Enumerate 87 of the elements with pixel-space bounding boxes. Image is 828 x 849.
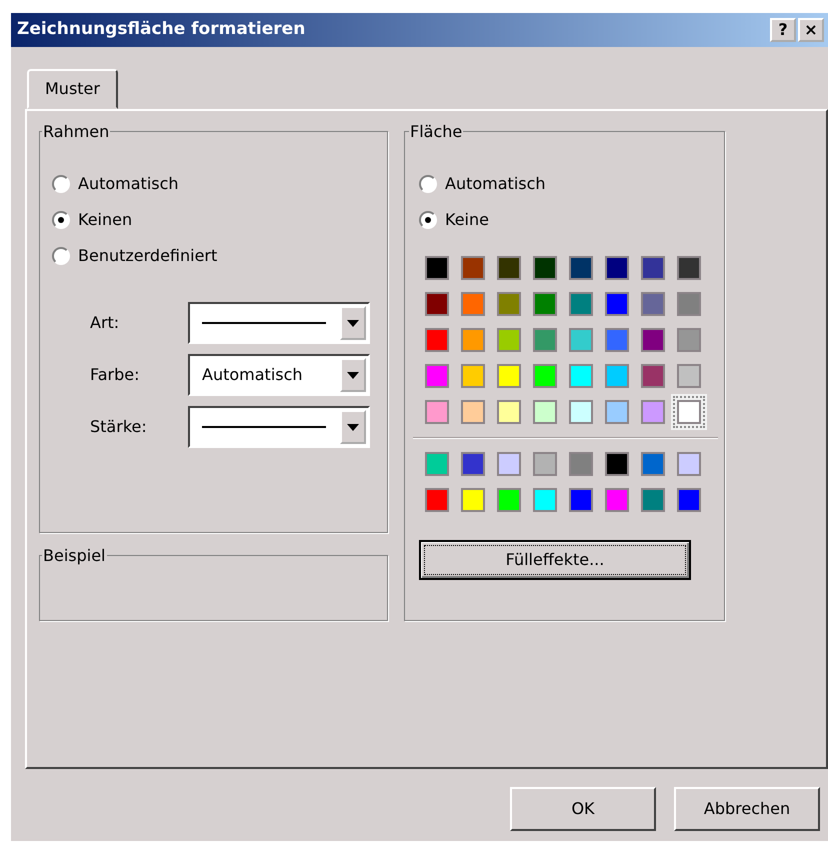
color-swatch[interactable]	[641, 256, 665, 280]
radio-button[interactable]	[52, 211, 70, 229]
color-swatch[interactable]	[425, 292, 449, 316]
radio-button[interactable]	[419, 175, 437, 193]
color-swatch[interactable]	[677, 364, 701, 388]
color-swatch[interactable]	[569, 328, 593, 352]
field-label: Farbe:	[90, 364, 141, 386]
dropdown-arrow-icon	[347, 320, 359, 326]
dropdown-button[interactable]	[340, 306, 366, 340]
color-swatch[interactable]	[533, 256, 557, 280]
color-swatch[interactable]	[641, 488, 665, 512]
dropdown[interactable]: Automatisch	[188, 354, 370, 396]
dropdown-button[interactable]	[340, 358, 366, 392]
tab[interactable]: Muster	[27, 69, 118, 109]
color-swatch[interactable]	[641, 400, 665, 424]
color-swatch[interactable]	[461, 452, 485, 476]
dropdown-arrow-icon	[347, 372, 359, 378]
color-swatch[interactable]	[497, 256, 521, 280]
help-button[interactable]: ?	[770, 18, 796, 42]
color-swatch[interactable]	[533, 328, 557, 352]
color-swatch[interactable]	[605, 256, 629, 280]
color-swatch[interactable]	[461, 256, 485, 280]
color-swatch[interactable]	[605, 452, 629, 476]
color-swatch[interactable]	[677, 328, 701, 352]
color-swatch[interactable]	[533, 292, 557, 316]
cancel-button[interactable]: Abbrechen	[674, 787, 820, 831]
color-swatch-frame[interactable]	[671, 394, 707, 430]
fill-effects-button[interactable]: Fülleffekte...	[419, 540, 691, 580]
color-swatch[interactable]	[641, 364, 665, 388]
radio-button[interactable]	[52, 175, 70, 193]
color-swatch[interactable]	[641, 452, 665, 476]
color-swatch[interactable]	[497, 328, 521, 352]
color-swatch[interactable]	[605, 488, 629, 512]
color-swatch[interactable]	[425, 452, 449, 476]
color-swatch[interactable]	[461, 488, 485, 512]
color-swatch[interactable]	[533, 400, 557, 424]
color-swatch[interactable]	[677, 292, 701, 316]
color-swatch[interactable]	[425, 256, 449, 280]
color-swatch[interactable]	[569, 488, 593, 512]
color-swatch[interactable]	[677, 452, 701, 476]
radio-button[interactable]	[52, 247, 70, 265]
color-swatch[interactable]	[425, 328, 449, 352]
color-swatch[interactable]	[605, 400, 629, 424]
field-label: Art:	[90, 312, 120, 334]
color-swatch[interactable]	[533, 364, 557, 388]
color-swatch[interactable]	[677, 256, 701, 280]
dropdown-arrow-icon	[347, 424, 359, 430]
field-label: Stärke:	[90, 416, 148, 438]
color-swatch[interactable]	[605, 364, 629, 388]
dropdown-value: Automatisch	[202, 364, 303, 386]
color-swatch[interactable]	[533, 452, 557, 476]
radio-label[interactable]: Benutzerdefiniert	[78, 244, 218, 268]
color-swatch[interactable]	[605, 292, 629, 316]
color-swatch[interactable]	[425, 400, 449, 424]
window-title: Zeichnungsfläche formatieren	[17, 18, 306, 42]
radio-label[interactable]: Keinen	[78, 208, 132, 232]
color-swatch[interactable]	[497, 364, 521, 388]
close-button[interactable]: ×	[798, 18, 824, 42]
color-swatch[interactable]	[461, 328, 485, 352]
color-swatch[interactable]	[605, 328, 629, 352]
color-swatch[interactable]	[569, 256, 593, 280]
color-swatch[interactable]	[677, 488, 701, 512]
color-swatch[interactable]	[569, 400, 593, 424]
color-swatch[interactable]	[569, 364, 593, 388]
color-swatch[interactable]	[569, 292, 593, 316]
color-swatch[interactable]	[497, 488, 521, 512]
radio-label[interactable]: Keine	[445, 208, 489, 232]
dropdown[interactable]	[188, 302, 370, 344]
color-swatch[interactable]	[497, 400, 521, 424]
color-swatch[interactable]	[425, 364, 449, 388]
dropdown-button[interactable]	[340, 410, 366, 444]
color-swatch[interactable]	[461, 364, 485, 388]
color-swatch[interactable]	[677, 400, 701, 424]
color-swatch[interactable]	[533, 488, 557, 512]
dropdown[interactable]	[188, 406, 370, 448]
color-swatch[interactable]	[497, 292, 521, 316]
radio-label[interactable]: Automatisch	[445, 172, 546, 196]
color-swatch[interactable]	[461, 292, 485, 316]
color-swatch[interactable]	[641, 328, 665, 352]
radio-label[interactable]: Automatisch	[78, 172, 179, 196]
color-swatch[interactable]	[461, 400, 485, 424]
color-swatch[interactable]	[569, 452, 593, 476]
color-swatch[interactable]	[641, 292, 665, 316]
ok-button[interactable]: OK	[510, 787, 656, 831]
color-swatch[interactable]	[497, 452, 521, 476]
radio-button[interactable]	[419, 211, 437, 229]
color-swatch[interactable]	[425, 488, 449, 512]
